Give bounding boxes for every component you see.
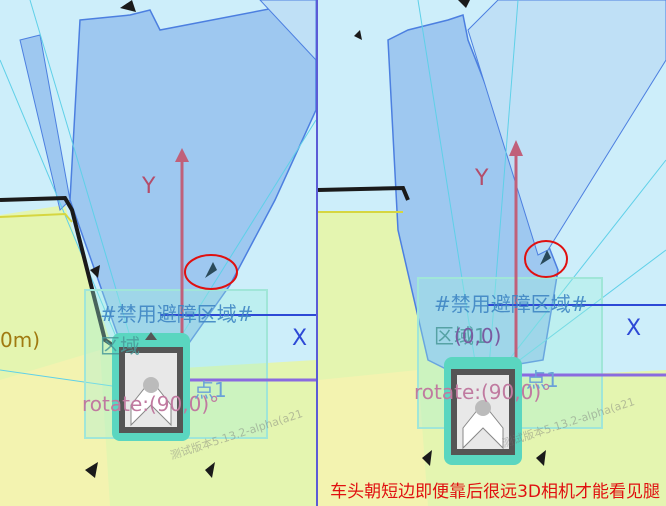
zone-label-secondary: 区域 [100, 334, 140, 358]
x-axis-label: X [626, 316, 642, 341]
left-camera-view: Y X #禁用避障区域# 区域 0m) rotate:(90,0)° 点1 测试… [0, 0, 316, 506]
distance-label: 0m) [0, 328, 41, 352]
caption-text: 车头朝短边即便靠后很远3D相机才能看见腿 [330, 482, 660, 502]
zone-label: #禁用避障区域# [434, 292, 588, 316]
y-axis-label: Y [142, 174, 156, 199]
zone-label: #禁用避障区域# [100, 302, 254, 326]
y-axis-label: Y [475, 166, 489, 191]
point-label: 点1 [194, 378, 227, 402]
point-label: 点1 [526, 368, 559, 392]
right-camera-view: Y X #禁用避障区域# 区域1 (0,0) rotate:(90,0)° 点1… [318, 0, 666, 506]
origin-coords-label: (0,0) [454, 324, 502, 348]
x-axis-label: X [292, 326, 308, 351]
right-map-canvas [318, 0, 666, 506]
